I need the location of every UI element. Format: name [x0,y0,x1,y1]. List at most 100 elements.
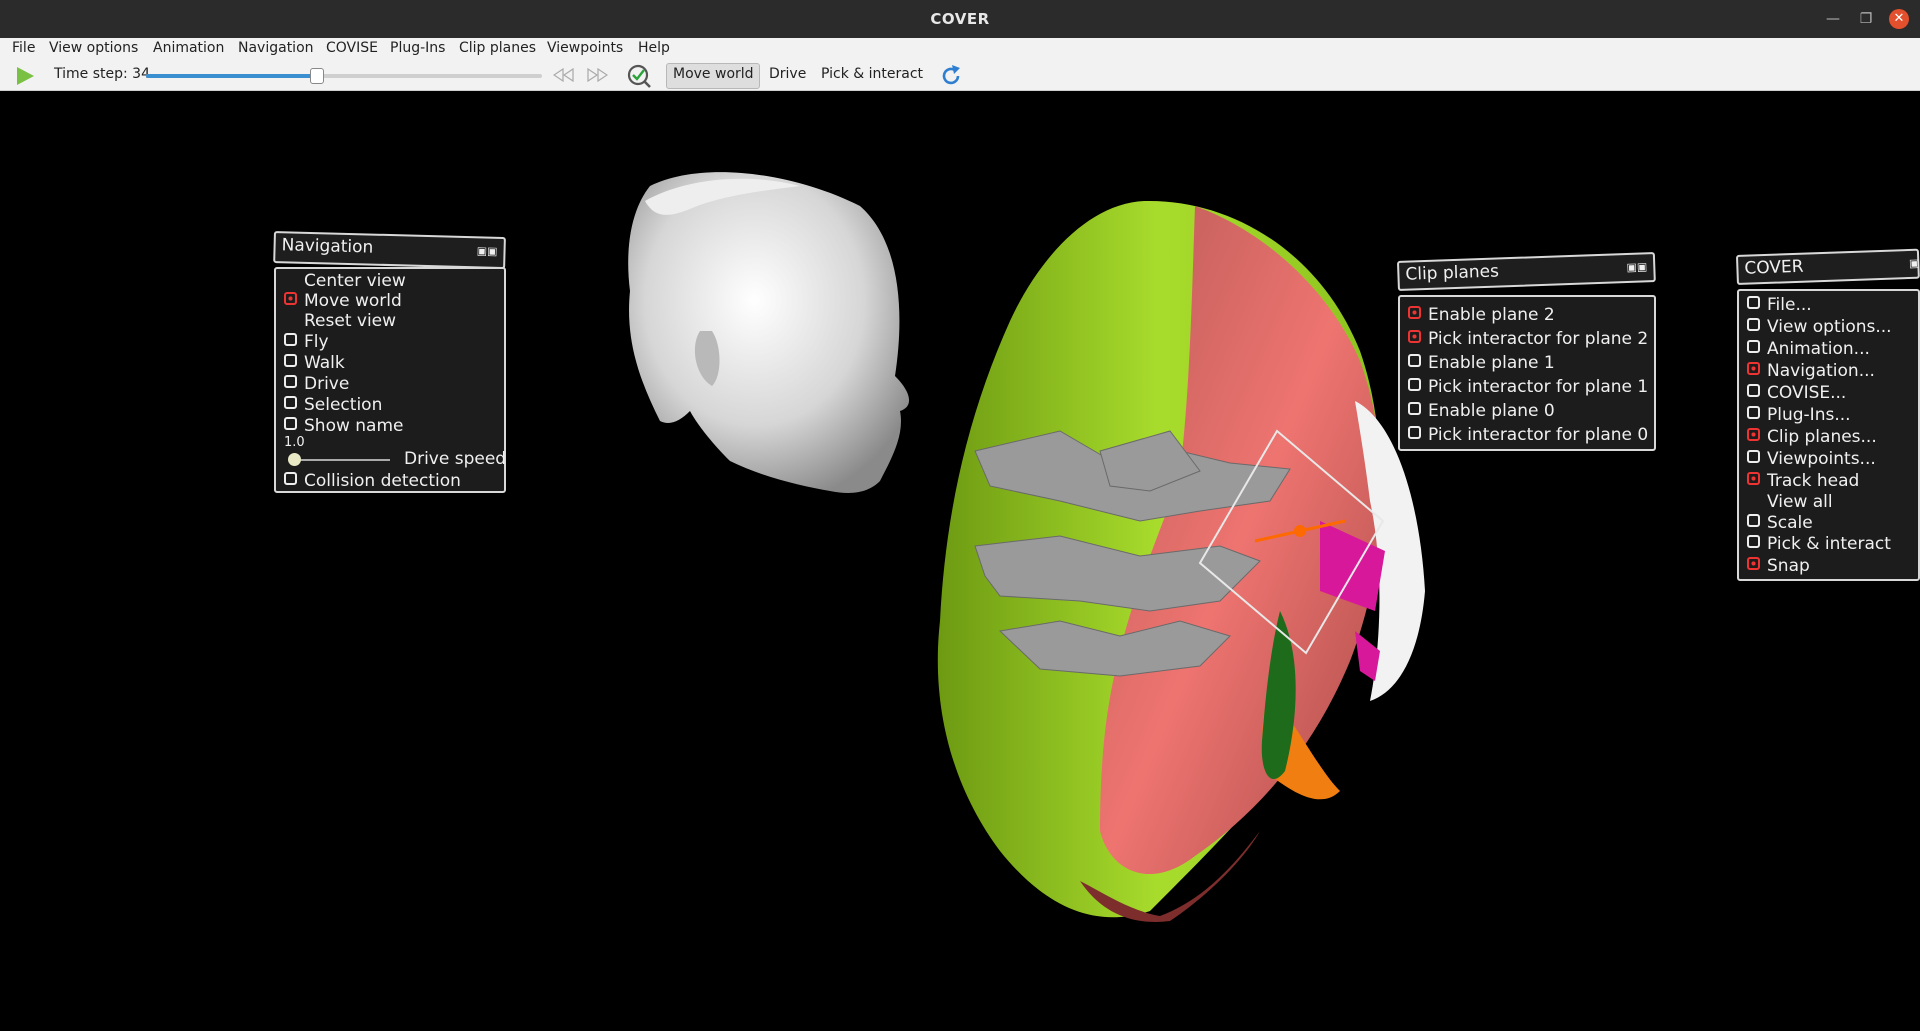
clip-item-pick-plane-2[interactable]: Pick interactor for plane 2 [1408,329,1648,349]
nav-item-center-view[interactable]: Center view [284,271,406,291]
cover-item-label: Animation... [1767,339,1870,359]
drive-speed-value: 1.0 [284,435,305,450]
cover-item-navigation[interactable]: Navigation... [1747,361,1875,381]
brain-model[interactable] [937,200,1425,922]
cover-item-file[interactable]: File... [1747,295,1812,315]
menu-viewpoints[interactable]: Viewpoints [547,40,623,56]
window-title: COVER [930,10,990,28]
close-button[interactable]: ✕ [1889,9,1909,29]
checkbox-icon [1747,296,1760,309]
cover-item-snap[interactable]: Snap [1747,556,1810,576]
clip-item-label: Pick interactor for plane 0 [1428,425,1649,445]
checkbox-icon [1747,514,1760,527]
cover-item-label: Pick & interact [1767,534,1891,554]
cover-item-view-options[interactable]: View options... [1747,317,1892,337]
checkbox-icon [284,417,297,430]
checkbox-icon [284,354,297,367]
nav-item-fly[interactable]: Fly [284,332,329,352]
clip-item-pick-plane-0[interactable]: Pick interactor for plane 0 [1408,425,1648,445]
clip-item-enable-plane-0[interactable]: Enable plane 0 [1408,401,1555,421]
checkbox-icon [1747,535,1760,548]
cover-item-label: File... [1767,295,1812,315]
menu-plugins[interactable]: Plug-Ins [390,40,445,56]
pick-interact-button[interactable]: Pick & interact [821,66,923,82]
checkbox-icon [1747,362,1760,375]
checkbox-icon [1747,428,1760,441]
nav-item-label: Collision detection [304,471,461,491]
cover-item-label: View options... [1767,317,1892,337]
step-forward-icon[interactable] [586,68,608,82]
panel-toggle-icon[interactable]: ▣ [1909,257,1920,270]
cover-item-viewpoints[interactable]: Viewpoints... [1747,449,1876,469]
checkbox-icon [1408,354,1421,367]
menu-navigation[interactable]: Navigation [238,40,314,56]
maximize-button[interactable]: ❐ [1856,9,1876,29]
drive-speed-slider-handle[interactable] [288,453,301,466]
checkbox-icon [284,292,297,305]
checkbox-icon [1747,450,1760,463]
cover-item-track-head[interactable]: Track head [1747,471,1859,491]
nav-item-show-name[interactable]: Show name [284,416,404,436]
clip-item-label: Enable plane 2 [1428,305,1555,325]
head-model[interactable] [628,172,910,493]
nav-item-walk[interactable]: Walk [284,353,345,373]
nav-item-selection[interactable]: Selection [284,395,382,415]
minimize-button[interactable]: — [1823,9,1843,29]
nav-item-collision-detection[interactable]: Collision detection [284,471,461,491]
clip-item-label: Pick interactor for plane 2 [1428,329,1649,349]
play-icon[interactable] [14,65,36,87]
clip-planes-panel-body: Enable plane 2 Pick interactor for plane… [1398,295,1656,451]
menu-clip-planes[interactable]: Clip planes [459,40,536,56]
panel-toggle-icon[interactable]: ▣▣ [1626,260,1647,274]
checkbox-icon [284,396,297,409]
nav-item-label: Center view [304,271,406,291]
checkbox-icon [1747,340,1760,353]
cover-panel-body: File... View options... Animation... Nav… [1737,289,1920,581]
cover-item-label: Clip planes... [1767,427,1877,447]
menu-view-options[interactable]: View options [49,40,138,56]
reload-icon[interactable] [939,64,963,88]
cover-item-scale[interactable]: Scale [1747,513,1813,533]
move-world-button[interactable]: Move world [673,66,754,82]
menu-help[interactable]: Help [638,40,670,56]
cover-item-label: Scale [1767,513,1813,533]
clip-item-enable-plane-2[interactable]: Enable plane 2 [1408,305,1555,325]
timestep-slider-fill [146,74,317,78]
cover-item-pick-interact[interactable]: Pick & interact [1747,534,1891,554]
drive-speed-slider[interactable] [288,453,390,466]
cover-panel-title[interactable]: COVER ▣ [1735,248,1920,285]
menu-covise[interactable]: COVISE [326,40,378,56]
nav-item-reset-view[interactable]: Reset view [284,311,396,331]
cover-item-animation[interactable]: Animation... [1747,339,1870,359]
cover-item-label: COVISE... [1767,383,1847,403]
cover-item-covise[interactable]: COVISE... [1747,383,1846,403]
timestep-slider-handle[interactable] [310,68,325,84]
clip-item-enable-plane-1[interactable]: Enable plane 1 [1408,353,1555,373]
checkbox-icon [1747,406,1760,419]
step-back-icon[interactable] [553,68,575,82]
menu-animation[interactable]: Animation [153,40,224,56]
navigation-panel-title[interactable]: Navigation ▣▣ [273,231,506,270]
view-all-icon[interactable] [626,63,652,89]
cover-item-clip-planes[interactable]: Clip planes... [1747,427,1877,447]
panel-toggle-icon[interactable]: ▣▣ [477,244,498,258]
clip-item-label: Enable plane 1 [1428,353,1555,373]
timestep-slider[interactable] [146,68,542,84]
clip-item-pick-plane-1[interactable]: Pick interactor for plane 1 [1408,377,1648,397]
checkbox-icon [284,472,297,485]
cover-item-label: Plug-Ins... [1767,405,1851,425]
checkbox-icon [1747,557,1760,570]
3d-viewport[interactable]: Navigation ▣▣ Center view Move world Res… [0,91,1920,1031]
cover-panel-title-text: COVER [1744,256,1804,279]
cover-item-plugins[interactable]: Plug-Ins... [1747,405,1851,425]
menu-file[interactable]: File [12,40,35,56]
cover-item-label: Snap [1767,556,1810,576]
nav-item-move-world[interactable]: Move world [284,291,402,311]
nav-item-drive[interactable]: Drive [284,374,349,394]
clip-item-label: Pick interactor for plane 1 [1428,377,1649,397]
drive-button[interactable]: Drive [769,66,806,82]
nav-item-label: Reset view [304,311,397,331]
cover-item-view-all[interactable]: View all [1747,492,1833,512]
window-titlebar: COVER — ❐ ✕ [0,0,1920,38]
clip-item-label: Enable plane 0 [1428,401,1555,421]
